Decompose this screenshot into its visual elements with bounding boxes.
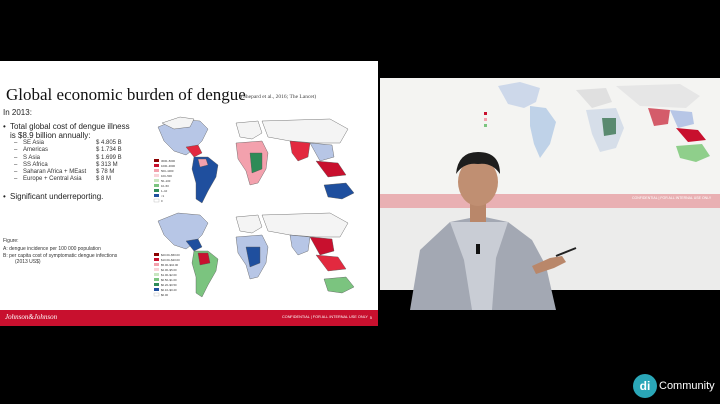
- world-maps: 3000–5000 1000–3000 500–1000 100–500 50–…: [153, 116, 355, 298]
- legend-cost: $20.00–$50.00 $10.00–$20.00 $5.00–$10.00…: [153, 253, 180, 297]
- svg-text:$1.00–$2.00: $1.00–$2.00: [161, 273, 177, 277]
- bullet-total-cost: • Total global cost of dengue illness is …: [3, 122, 130, 140]
- map-per-capita-cost: [157, 212, 355, 298]
- page-number: 5: [369, 315, 372, 320]
- region-row: – Saharan Africa + MEast $ 78 M: [14, 169, 115, 176]
- figure-caption: Figure: A: dengue incidence per 100 000 …: [3, 238, 118, 265]
- svg-text:$0.00: $0.00: [161, 293, 168, 297]
- svg-text:1–10: 1–10: [161, 189, 168, 193]
- region-row: – SE Asia $ 4.805 B: [14, 140, 122, 146]
- presenter-figure: [410, 152, 577, 310]
- svg-text:50–100: 50–100: [161, 179, 171, 183]
- legend-incidence: 3000–5000 1000–3000 500–1000 100–500 50–…: [153, 159, 175, 203]
- region-row: – Americas $ 1.734 B: [14, 147, 122, 154]
- region-row: – Europe + Central Asia $ 8 M: [14, 176, 112, 183]
- di-community-logo: di Community: [633, 374, 717, 400]
- svg-text:$0.50–$1.00: $0.50–$1.00: [161, 278, 177, 282]
- map-incidence: [157, 116, 355, 204]
- slide-intro: In 2013:: [3, 108, 32, 117]
- projected-confidential-note: CONFIDENTIAL | FOR ALL INTERNAL USE ONLY: [632, 196, 712, 200]
- company-logo: Johnson&Johnson: [5, 313, 58, 321]
- svg-text:$10.00–$20.00: $10.00–$20.00: [161, 258, 180, 262]
- di-logo-icon: di: [633, 374, 657, 398]
- svg-text:$0.10–$0.20: $0.10–$0.20: [161, 288, 177, 292]
- svg-text:$2.00–$5.00: $2.00–$5.00: [161, 268, 177, 272]
- svg-text:10–50: 10–50: [161, 184, 169, 188]
- svg-text:$20.00–$50.00: $20.00–$50.00: [161, 253, 180, 257]
- brand-name: Community: [659, 380, 715, 392]
- svg-text:$5.00–$10.00: $5.00–$10.00: [161, 263, 179, 267]
- svg-text:500–1000: 500–1000: [161, 169, 174, 173]
- region-row: – SS Africa $ 313 M: [14, 161, 118, 168]
- confidential-note: CONFIDENTIAL | FOR ALL INTERNAL USE ONLY: [282, 315, 368, 319]
- slide-title: Global economic burden of dengue: [6, 85, 246, 104]
- slide-citation: (Shepard et al., 2016; The Lancet): [241, 94, 317, 100]
- svg-text:<1: <1: [161, 194, 165, 198]
- svg-text:100–500: 100–500: [161, 174, 172, 178]
- svg-text:3000–5000: 3000–5000: [161, 159, 175, 163]
- region-cost-list: – SE Asia $ 4.805 B – Americas $ 1.734 B – S …: [14, 140, 126, 184]
- region-row: – S Asia $ 1.699 B: [14, 154, 122, 161]
- svg-text:0: 0: [161, 199, 163, 203]
- slide-footer: Johnson&Johnson CONFIDENTIAL | FOR ALL I…: [0, 310, 378, 326]
- bullet-underreporting: • Significant underreporting.: [3, 192, 104, 201]
- svg-text:$0.20–$0.50: $0.20–$0.50: [161, 283, 177, 287]
- svg-text:1000–3000: 1000–3000: [161, 164, 175, 168]
- slide-panel: Global economic burden of dengue (Shepar…: [0, 61, 378, 326]
